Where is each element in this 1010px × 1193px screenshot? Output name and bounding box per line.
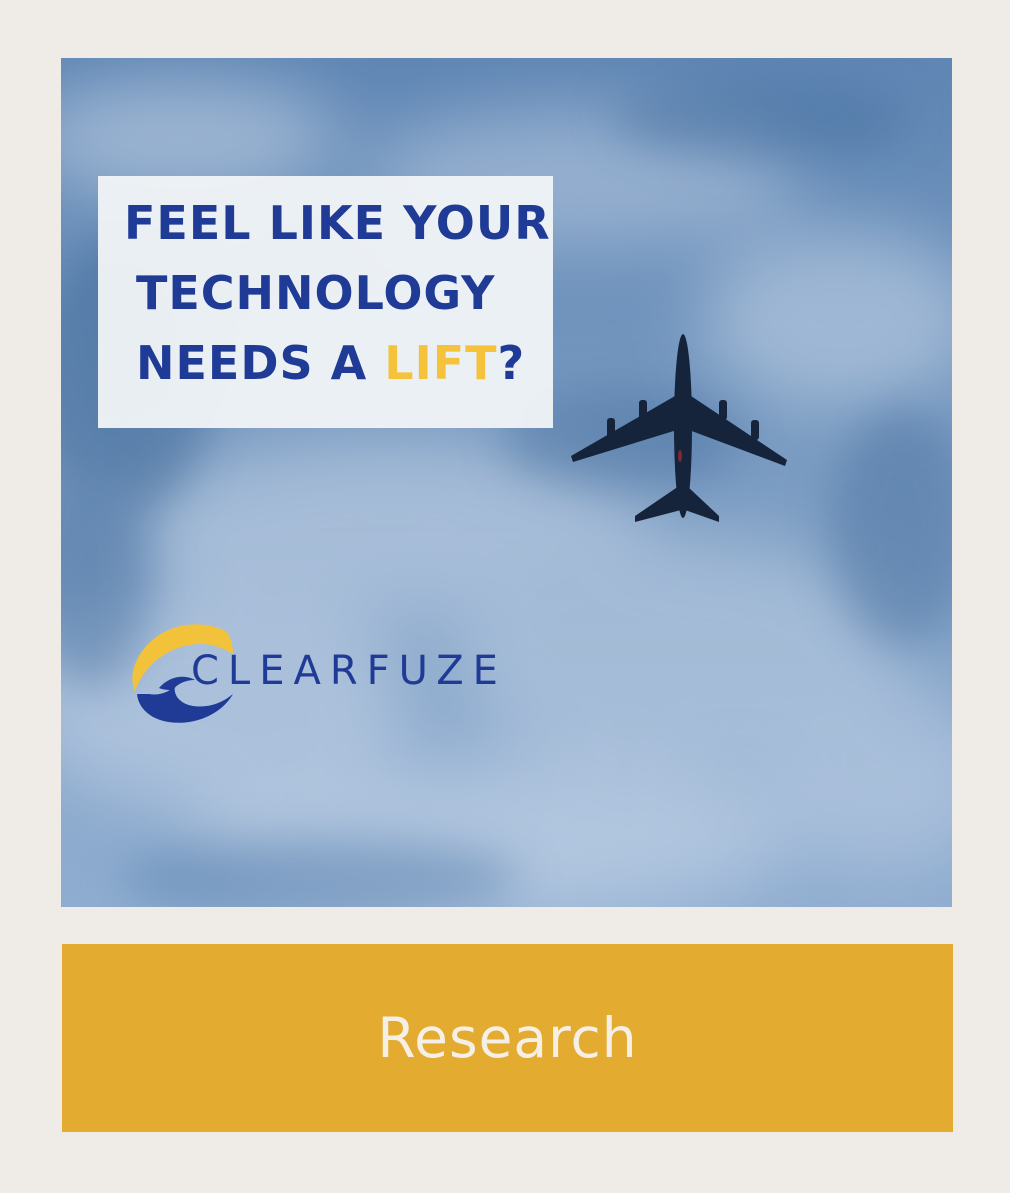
logo-wordmark: CLEARFUZE — [191, 648, 507, 694]
research-button-label: Research — [377, 1006, 638, 1070]
research-card[interactable]: FEEL LIKE YOUR TECHNOLOGY NEEDS A LIFT? — [0, 0, 1010, 1193]
headline-line-3: NEEDS A LIFT? — [136, 336, 591, 390]
airplane-icon — [571, 334, 787, 522]
headline-line-1: FEEL LIKE YOUR — [124, 196, 551, 250]
headline-line-3-prefix: NEEDS A — [136, 336, 385, 390]
headline-line-3-suffix: ? — [497, 336, 526, 390]
headline-line-2: TECHNOLOGY — [136, 266, 496, 320]
clearfuze-logo: CLEARFUZE — [129, 618, 529, 728]
headline-box: FEEL LIKE YOUR TECHNOLOGY NEEDS A LIFT? — [98, 176, 553, 428]
headline-highlight-word: LIFT — [384, 336, 498, 390]
research-button[interactable]: Research — [62, 944, 953, 1132]
hero-image[interactable]: FEEL LIKE YOUR TECHNOLOGY NEEDS A LIFT? — [61, 58, 952, 907]
